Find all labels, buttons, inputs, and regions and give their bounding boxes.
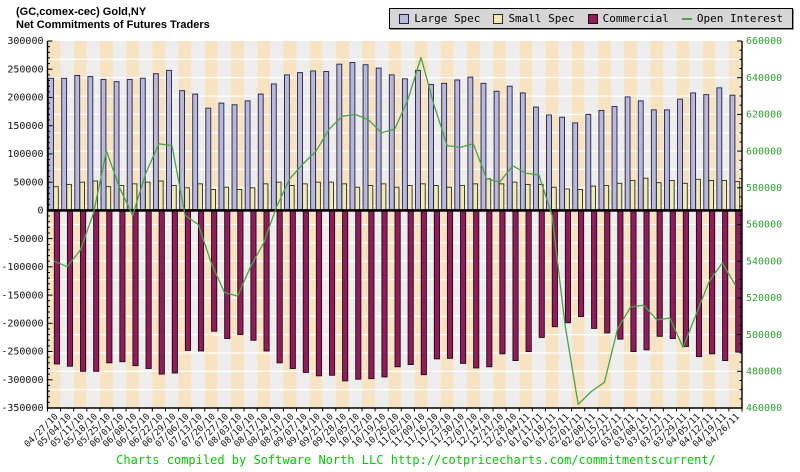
svg-text:150000: 150000 bbox=[7, 121, 43, 132]
cot-chart-svg: 300000250000200000150000100000500000-500… bbox=[0, 0, 800, 472]
chart-title-symbol: (GC,comex-cec) Gold,NY bbox=[16, 6, 210, 19]
svg-text:250000: 250000 bbox=[7, 64, 43, 75]
svg-text:-300000: -300000 bbox=[1, 375, 43, 386]
left-axis-labels: 300000 250000 200000 150000 100000 50000 0 -500… bbox=[1, 36, 43, 414]
svg-text:-100000: -100000 bbox=[1, 262, 43, 273]
date-labels: 04/27/1005/04/1005/11/1005/18/1005/25/10… bbox=[23, 412, 742, 450]
svg-text:580000: 580000 bbox=[746, 183, 782, 194]
legend-swatch-open-interest-icon bbox=[682, 18, 692, 20]
svg-text:600000: 600000 bbox=[746, 146, 782, 157]
legend-swatch-commercial-icon bbox=[588, 14, 598, 24]
right-axis-labels: 660000 640000 620000 600000 580000 560000 5400… bbox=[746, 36, 782, 414]
svg-text:0: 0 bbox=[37, 206, 43, 217]
svg-text:100000: 100000 bbox=[7, 149, 43, 160]
legend-item-commercial: Commercial bbox=[588, 12, 669, 25]
legend-item-open-interest: Open Interest bbox=[682, 12, 783, 25]
plot-area: 300000250000200000150000100000500000-500… bbox=[0, 0, 800, 472]
footer-caption: Charts compiled by Software North LLC ht… bbox=[16, 453, 800, 467]
zero-line bbox=[48, 209, 743, 212]
svg-text:300000: 300000 bbox=[7, 36, 43, 47]
svg-text:520000: 520000 bbox=[746, 293, 782, 304]
svg-text:-200000: -200000 bbox=[1, 319, 43, 330]
cot-chart-screen: 300000250000200000150000100000500000-500… bbox=[0, 0, 800, 472]
svg-text:200000: 200000 bbox=[7, 93, 43, 104]
svg-text:480000: 480000 bbox=[746, 367, 782, 378]
svg-text:-350000: -350000 bbox=[1, 403, 43, 414]
svg-text:-50000: -50000 bbox=[7, 234, 43, 245]
svg-text:50000: 50000 bbox=[13, 177, 43, 188]
svg-text:460000: 460000 bbox=[746, 403, 782, 414]
legend-swatch-small-spec-icon bbox=[493, 14, 503, 24]
svg-text:620000: 620000 bbox=[746, 110, 782, 121]
svg-text:500000: 500000 bbox=[746, 330, 782, 341]
legend: Large Spec Small Spec Commercial Open In… bbox=[389, 8, 793, 29]
svg-text:-150000: -150000 bbox=[1, 290, 43, 301]
svg-text:-250000: -250000 bbox=[1, 347, 43, 358]
svg-text:660000: 660000 bbox=[746, 36, 782, 47]
legend-item-small-spec: Small Spec bbox=[493, 12, 574, 25]
legend-swatch-large-spec-icon bbox=[399, 14, 409, 24]
svg-text:640000: 640000 bbox=[746, 73, 782, 84]
legend-label-large-spec: Large Spec bbox=[414, 12, 480, 25]
legend-label-commercial: Commercial bbox=[603, 12, 669, 25]
chart-title: (GC,comex-cec) Gold,NY Net Commitments o… bbox=[16, 6, 210, 32]
legend-label-open-interest: Open Interest bbox=[697, 12, 783, 25]
svg-text:560000: 560000 bbox=[746, 220, 782, 231]
legend-item-large-spec: Large Spec bbox=[399, 12, 480, 25]
legend-label-small-spec: Small Spec bbox=[508, 12, 574, 25]
svg-text:540000: 540000 bbox=[746, 256, 782, 267]
chart-title-subtitle: Net Commitments of Futures Traders bbox=[16, 19, 210, 32]
